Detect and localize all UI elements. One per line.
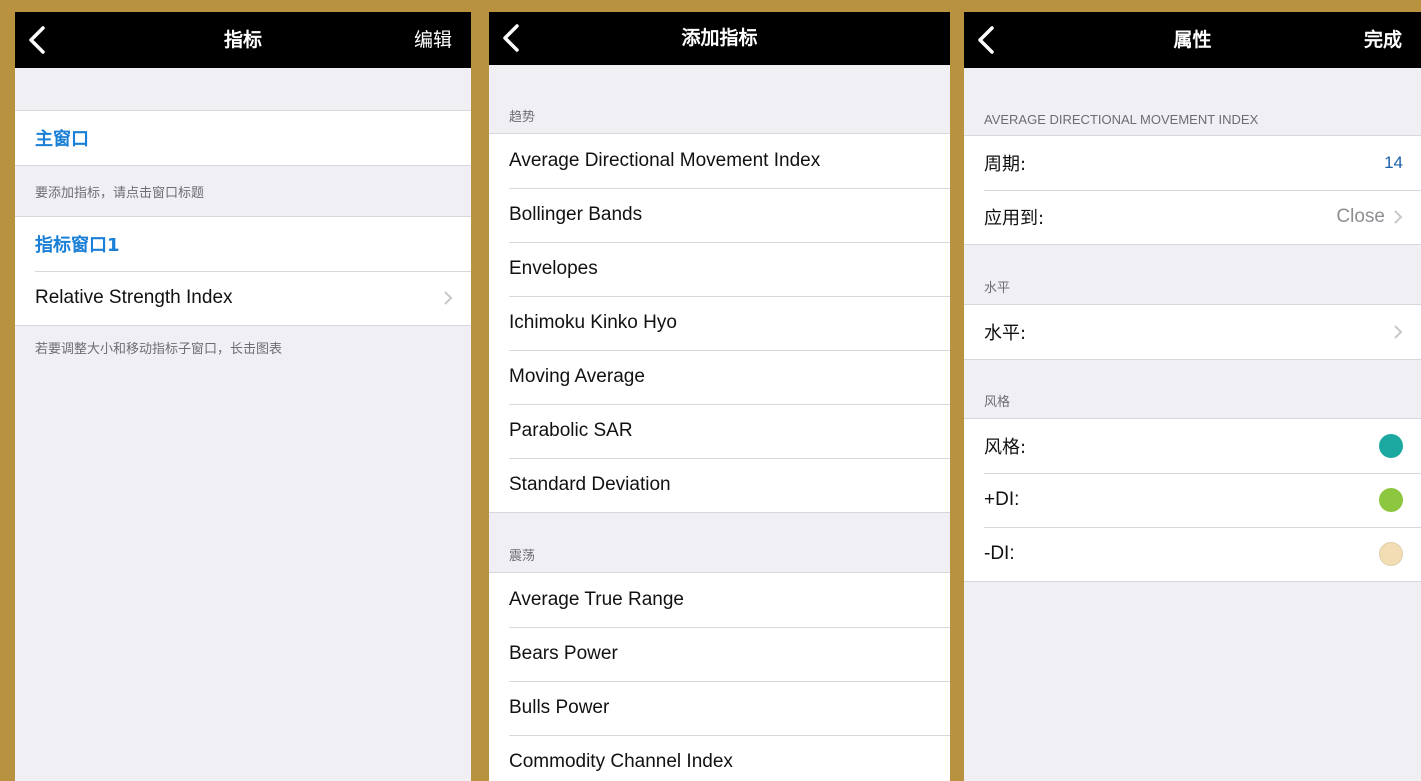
- section-header-params: AVERAGE DIRECTIONAL MOVEMENT INDEX: [984, 112, 1259, 127]
- list-item[interactable]: Average Directional Movement Index: [489, 134, 950, 188]
- list-item[interactable]: Average True Range: [489, 573, 950, 627]
- main-window-title[interactable]: 主窗口: [35, 125, 89, 151]
- indicator-window-header[interactable]: 指标窗口1: [15, 217, 471, 271]
- page-title: 添加指标: [681, 27, 758, 49]
- period-value[interactable]: 14: [1384, 153, 1403, 173]
- levels-group: 水平:: [964, 304, 1421, 360]
- navbar: 添加指标: [489, 12, 950, 65]
- plus-di-color-swatch[interactable]: [1379, 488, 1403, 512]
- list-item[interactable]: Ichimoku Kinko Hyo: [489, 296, 950, 350]
- list-item[interactable]: Bollinger Bands: [489, 188, 950, 242]
- list-item[interactable]: Envelopes: [489, 242, 950, 296]
- trend-list: Average Directional Movement Index Bolli…: [489, 133, 950, 513]
- list-item[interactable]: Bulls Power: [489, 681, 950, 735]
- apply-to-value: Close: [1336, 206, 1385, 227]
- indicator-window-group: 指标窗口1 Relative Strength Index: [15, 216, 471, 326]
- section-header-trend: 趋势: [509, 110, 536, 125]
- oscillator-list: Average True Range Bears Power Bulls Pow…: [489, 572, 950, 781]
- list-item[interactable]: Parabolic SAR: [489, 404, 950, 458]
- properties-screen: 属性 完成 AVERAGE DIRECTIONAL MOVEMENT INDEX…: [964, 12, 1421, 781]
- period-label: 周期:: [984, 154, 1027, 175]
- list-item[interactable]: Moving Average: [489, 350, 950, 404]
- chevron-right-icon: [1394, 325, 1403, 339]
- style-row[interactable]: 风格:: [964, 419, 1421, 473]
- done-button[interactable]: 完成: [1364, 12, 1402, 68]
- resize-hint: 若要调整大小和移动指标子窗口，长击图表: [35, 341, 283, 357]
- navbar: 属性 完成: [964, 12, 1421, 68]
- page-title: 属性: [1173, 29, 1212, 51]
- page-title: 指标: [223, 29, 262, 51]
- main-window-group: 主窗口: [15, 110, 471, 166]
- plus-di-row[interactable]: +DI:: [964, 473, 1421, 527]
- edit-button[interactable]: 编辑: [414, 12, 452, 68]
- style-label: 风格:: [984, 437, 1027, 458]
- minus-di-row[interactable]: -DI:: [964, 527, 1421, 581]
- main-window-hint: 要添加指标，请点击窗口标题: [35, 185, 205, 201]
- section-header-levels: 水平: [984, 281, 1011, 296]
- add-indicator-screen: 添加指标 趋势 Average Directional Movement Ind…: [489, 12, 950, 781]
- section-header-style: 风格: [984, 395, 1011, 410]
- chevron-right-icon: [444, 291, 453, 305]
- period-row[interactable]: 周期: 14: [964, 136, 1421, 190]
- params-group: 周期: 14 应用到: Close: [964, 135, 1421, 245]
- list-item[interactable]: Bears Power: [489, 627, 950, 681]
- plus-di-label: +DI:: [984, 489, 1020, 510]
- levels-label: 水平:: [984, 323, 1027, 344]
- list-item[interactable]: Commodity Channel Index: [489, 735, 950, 781]
- chevron-right-icon: [1394, 210, 1403, 224]
- indicator-item-label: Relative Strength Index: [35, 287, 233, 308]
- main-window-header[interactable]: 主窗口: [15, 111, 471, 165]
- list-item[interactable]: Standard Deviation: [489, 458, 950, 512]
- minus-di-label: -DI:: [984, 543, 1015, 564]
- indicator-item-rsi[interactable]: Relative Strength Index: [15, 271, 471, 325]
- style-color-swatch[interactable]: [1379, 434, 1403, 458]
- navbar: 指标 编辑: [15, 12, 471, 68]
- indicators-screen: 指标 编辑 主窗口 要添加指标，请点击窗口标题 指标窗口1 Relative S…: [15, 12, 471, 781]
- levels-row[interactable]: 水平:: [964, 305, 1421, 359]
- apply-to-label: 应用到:: [984, 208, 1045, 229]
- indicator-window-title[interactable]: 指标窗口1: [35, 231, 120, 257]
- apply-to-row[interactable]: 应用到: Close: [964, 190, 1421, 244]
- style-group: 风格: +DI: -DI:: [964, 418, 1421, 582]
- minus-di-color-swatch[interactable]: [1379, 542, 1403, 566]
- section-header-oscillators: 震荡: [509, 549, 536, 564]
